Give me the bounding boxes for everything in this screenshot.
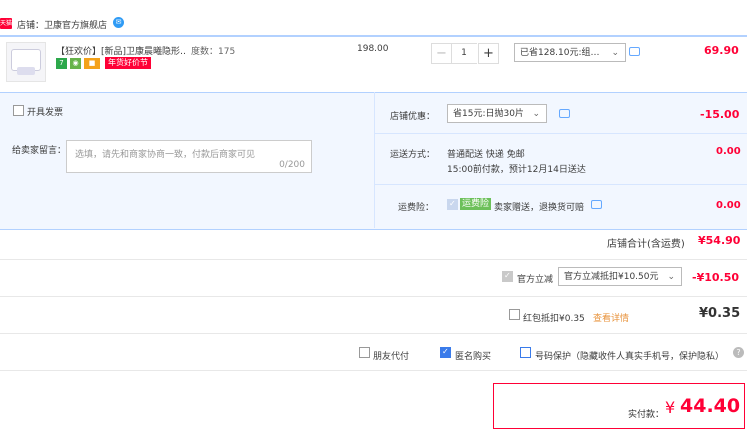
pay-summary-box: 实付款： ¥ 44.40 <box>493 383 745 429</box>
pay-currency: ¥ <box>665 398 676 417</box>
store-total-amount: ¥54.90 <box>698 234 741 247</box>
anonymous-label: 匿名购买 <box>455 352 492 362</box>
chevron-down-icon: ⌄ <box>667 272 675 282</box>
product-title[interactable]: 【狂欢价】[新品]卫康晨曦隐形… <box>56 44 186 57</box>
insurance-label: 运费险： <box>398 203 435 213</box>
friend-pay-label: 朋友代付 <box>373 352 410 362</box>
qty-decrease-button[interactable]: − <box>431 43 452 64</box>
row-divider <box>375 184 747 185</box>
store-coupon-select[interactable]: 省15元:日抛30片 ⌄ <box>447 104 547 123</box>
qty-input[interactable]: 1 <box>451 43 477 64</box>
redpacket-details-link[interactable]: 查看详情 <box>593 311 629 324</box>
shipping-fee: 0.00 <box>716 146 741 157</box>
panel-divider <box>374 92 375 228</box>
item-discount-select[interactable]: 已省128.10元:组… ⌄ <box>514 43 626 62</box>
chat-icon[interactable] <box>629 47 640 56</box>
seller-note-textarea[interactable]: 选填，请先和商家协商一致，付款后商家可见 0/200 <box>66 140 312 173</box>
friend-pay-checkbox[interactable] <box>359 347 370 358</box>
row-divider <box>0 296 747 297</box>
chat-icon[interactable] <box>591 200 602 209</box>
gift-icon: ■ <box>84 58 100 69</box>
item-discount-value: 已省128.10元:组… <box>520 48 600 58</box>
seven-day-return-icon: 7 <box>56 58 67 69</box>
row-divider <box>375 133 747 134</box>
note-label: 给卖家留言： <box>12 146 67 156</box>
redpacket-label: 红包抵扣¥0.35 <box>523 314 585 324</box>
invoice-label: 开具发票 <box>27 108 64 118</box>
invoice-checkbox[interactable] <box>13 105 24 116</box>
service-icon: ◉ <box>70 58 81 69</box>
store-coupon-amount: -15.00 <box>700 108 740 121</box>
help-icon[interactable]: ? <box>733 347 744 358</box>
wangwang-icon[interactable]: ✉ <box>113 17 124 28</box>
store-total-label: 店铺合计(含运费) <box>607 239 685 250</box>
unit-price: 198.00 <box>357 44 389 54</box>
anonymous-checkbox[interactable] <box>440 347 451 358</box>
chevron-down-icon: ⌄ <box>611 48 619 58</box>
row-divider <box>0 370 747 371</box>
chevron-down-icon: ⌄ <box>532 109 540 119</box>
header-divider <box>0 35 747 37</box>
number-protect-checkbox[interactable] <box>520 347 531 358</box>
redpacket-amount: ¥0.35 <box>699 306 741 321</box>
store-coupon-value-text: 省15元:日抛30片 <box>453 109 524 119</box>
tmall-icon: 天猫 <box>0 18 13 29</box>
promo-tag: 年货好价节 <box>105 57 151 69</box>
qty-increase-button[interactable]: + <box>478 43 499 64</box>
number-protect-label: 号码保护（隐藏收件人真实手机号，保护隐私） <box>535 352 725 362</box>
product-spec: 度数：175 <box>191 47 236 57</box>
note-counter: 0/200 <box>279 160 305 170</box>
shipping-eta: 15:00前付款，预计12月14日送达 <box>447 165 586 175</box>
chat-icon[interactable] <box>559 109 570 118</box>
pay-label: 实付款： <box>628 410 665 420</box>
official-discount-checkbox <box>502 271 513 282</box>
shipping-label: 运送方式： <box>390 150 436 160</box>
insurance-text: 卖家赠送，退换货可赔 <box>494 203 585 213</box>
row-divider <box>0 333 747 334</box>
insurance-checkbox <box>447 199 458 210</box>
official-discount-amount: -¥10.50 <box>692 271 740 284</box>
note-placeholder: 选填，请先和商家协商一致，付款后商家可见 <box>75 150 256 160</box>
insurance-badge: 运费险 <box>460 198 492 210</box>
insurance-fee: 0.00 <box>716 200 741 211</box>
pay-amount: 44.40 <box>680 395 741 417</box>
official-discount-value-text: 官方立减抵扣¥10.50元 <box>564 272 659 282</box>
product-image[interactable] <box>6 42 46 82</box>
row-divider <box>0 259 747 260</box>
shipping-method: 普通配送 快递 免邮 <box>447 150 525 160</box>
store-coupon-label: 店铺优惠： <box>390 112 436 122</box>
official-discount-select[interactable]: 官方立减抵扣¥10.50元 ⌄ <box>558 267 682 286</box>
redpacket-checkbox[interactable] <box>509 309 520 320</box>
store-name[interactable]: 店铺：卫康官方旗舰店 <box>17 18 107 31</box>
item-subtotal: 69.90 <box>704 44 739 57</box>
official-discount-label: 官方立减 <box>517 275 554 285</box>
